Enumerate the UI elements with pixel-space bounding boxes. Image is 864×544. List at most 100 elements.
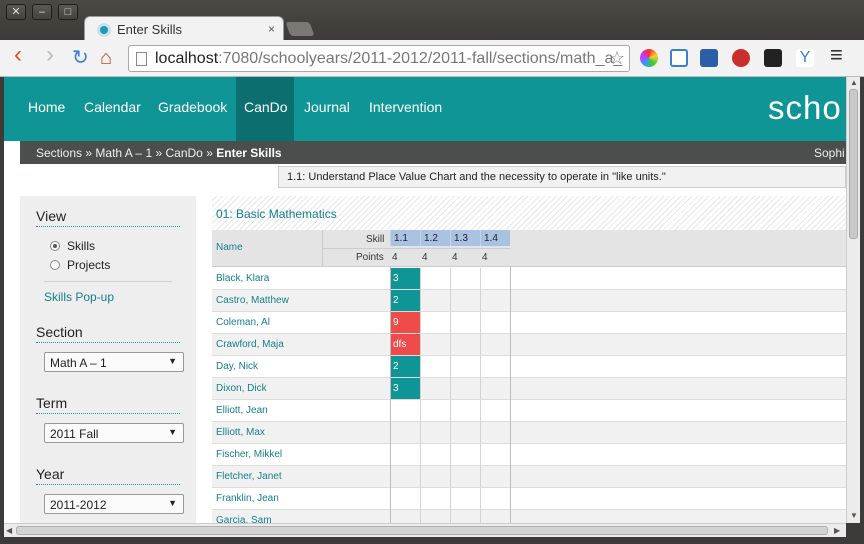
scroll-right-icon[interactable]: ▶ (834, 526, 840, 535)
score-cell[interactable]: 3 (390, 378, 420, 399)
score-cell[interactable] (390, 488, 420, 509)
score-cell[interactable] (450, 356, 480, 377)
student-name[interactable]: Dixon, Dick (216, 383, 267, 394)
vertical-scroll-thumb[interactable] (849, 89, 858, 239)
close-window-button[interactable]: ✕ (6, 4, 26, 20)
score-cell[interactable] (480, 488, 510, 509)
student-name[interactable]: Black, Klara (216, 273, 269, 284)
score-cell[interactable] (420, 466, 450, 487)
nav-journal[interactable]: Journal (304, 99, 350, 115)
nav-home[interactable]: Home (28, 99, 65, 115)
score-cell[interactable] (480, 444, 510, 465)
name-column-header[interactable]: Name (216, 242, 243, 253)
score-cell[interactable]: dfs (390, 334, 420, 355)
student-name[interactable]: Elliott, Jean (216, 405, 268, 416)
scroll-up-icon[interactable]: ▲ (850, 78, 858, 87)
score-cell[interactable] (480, 422, 510, 443)
address-bar[interactable]: localhost:7080/schoolyears/2011-2012/201… (128, 45, 630, 72)
skills-popup-link[interactable]: Skills Pop-up (44, 290, 114, 304)
bookmark-star-icon[interactable]: ☆ (609, 48, 625, 69)
score-cell[interactable]: 3 (390, 268, 420, 289)
student-name[interactable]: Coleman, Al (216, 317, 270, 328)
horizontal-scrollbar[interactable]: ◀ ▶ (4, 523, 846, 537)
y-extension-icon[interactable]: Y (796, 49, 814, 67)
score-cell[interactable] (480, 400, 510, 421)
view-projects-radio[interactable]: Projects (50, 258, 110, 272)
score-cell[interactable] (450, 378, 480, 399)
home-icon[interactable]: ⌂ (100, 48, 112, 68)
score-cell[interactable] (420, 422, 450, 443)
nav-gradebook[interactable]: Gradebook (158, 99, 227, 115)
student-name[interactable]: Elliott, Max (216, 427, 265, 438)
vertical-scrollbar[interactable]: ▲ ▼ (846, 77, 860, 523)
browser-tab[interactable]: Enter Skills × (84, 16, 284, 42)
score-cell[interactable] (450, 466, 480, 487)
tab-close-icon[interactable]: × (268, 22, 275, 36)
score-cell[interactable] (480, 378, 510, 399)
score-cell[interactable] (450, 290, 480, 311)
minimize-window-button[interactable]: – (32, 4, 52, 20)
student-name[interactable]: Fischer, Mikkel (216, 449, 282, 460)
score-cell[interactable] (450, 268, 480, 289)
student-name[interactable]: Garcia, Sam (216, 515, 272, 523)
new-tab-button[interactable] (285, 22, 315, 36)
chrome-menu-icon[interactable]: ≡ (830, 44, 843, 66)
screenshot-extension-icon[interactable] (670, 49, 688, 67)
score-cell[interactable]: 2 (390, 356, 420, 377)
score-cell[interactable]: 2 (390, 290, 420, 311)
nav-cando[interactable]: CanDo (244, 99, 288, 115)
score-cell[interactable] (420, 378, 450, 399)
score-cell[interactable] (480, 290, 510, 311)
scroll-left-icon[interactable]: ◀ (6, 526, 12, 535)
year-select[interactable]: 2011-2012 ▼ (44, 494, 184, 514)
breadcrumb-section[interactable]: Math A – 1 (95, 146, 152, 160)
score-cell[interactable] (420, 356, 450, 377)
student-name[interactable]: Castro, Matthew (216, 295, 289, 306)
score-cell[interactable] (450, 444, 480, 465)
score-cell[interactable] (450, 488, 480, 509)
forward-icon[interactable]: › (46, 43, 54, 67)
bookmark-extension-icon[interactable] (700, 49, 718, 67)
student-name[interactable]: Franklin, Jean (216, 493, 279, 504)
student-name[interactable]: Fletcher, Janet (216, 471, 282, 482)
score-cell[interactable] (420, 510, 450, 523)
score-cell[interactable]: 9 (390, 312, 420, 333)
scroll-down-icon[interactable]: ▼ (850, 511, 858, 520)
user-name[interactable]: Sophi (814, 146, 845, 160)
student-name[interactable]: Crawford, Maja (216, 339, 284, 350)
score-cell[interactable] (450, 422, 480, 443)
score-cell[interactable] (420, 290, 450, 311)
color-picker-extension-icon[interactable] (640, 49, 658, 67)
score-cell[interactable] (420, 444, 450, 465)
score-cell[interactable] (420, 334, 450, 355)
reload-icon[interactable]: ↻ (72, 48, 89, 68)
breadcrumb-sections[interactable]: Sections (36, 146, 82, 160)
student-name[interactable]: Day, Nick (216, 361, 258, 372)
skill-column-header[interactable]: 1.2 (420, 230, 450, 246)
score-cell[interactable] (390, 444, 420, 465)
skill-column-header[interactable]: 1.3 (450, 230, 480, 246)
maximize-window-button[interactable]: □ (58, 4, 78, 20)
adblock-extension-icon[interactable] (732, 49, 750, 67)
back-icon[interactable]: ‹ (14, 43, 22, 67)
score-cell[interactable] (480, 268, 510, 289)
score-cell[interactable] (450, 400, 480, 421)
score-cell[interactable] (450, 510, 480, 523)
score-cell[interactable] (480, 510, 510, 523)
score-cell[interactable] (390, 510, 420, 523)
score-cell[interactable] (420, 400, 450, 421)
score-cell[interactable] (480, 466, 510, 487)
help-extension-icon[interactable] (764, 49, 782, 67)
score-cell[interactable] (480, 312, 510, 333)
horizontal-scroll-thumb[interactable] (16, 526, 828, 535)
term-select[interactable]: 2011 Fall ▼ (44, 423, 184, 443)
nav-calendar[interactable]: Calendar (84, 99, 141, 115)
section-select[interactable]: Math A – 1 ▼ (44, 352, 184, 372)
score-cell[interactable] (390, 466, 420, 487)
score-cell[interactable] (420, 488, 450, 509)
score-cell[interactable] (420, 312, 450, 333)
score-cell[interactable] (420, 268, 450, 289)
score-cell[interactable] (450, 334, 480, 355)
score-cell[interactable] (450, 312, 480, 333)
score-cell[interactable] (390, 400, 420, 421)
